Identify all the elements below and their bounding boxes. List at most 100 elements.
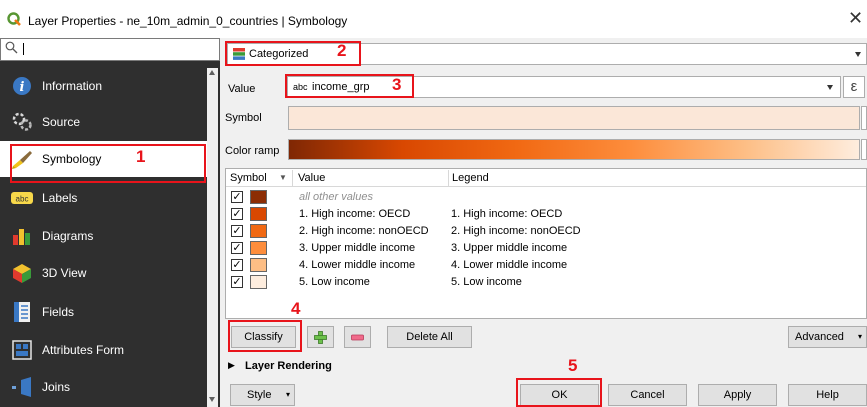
column-header-symbol[interactable]: Symbol — [230, 172, 267, 184]
table-header: Symbol ▼ Value Legend — [226, 169, 866, 187]
scroll-down-arrow-icon[interactable] — [209, 397, 215, 402]
cancel-button[interactable]: Cancel — [608, 384, 687, 406]
fields-icon — [14, 302, 30, 322]
search-input[interactable] — [0, 38, 220, 61]
category-value: all other values — [299, 191, 373, 203]
sidebar-item-labels[interactable]: abc Labels — [0, 180, 207, 216]
annotation-5: 5 — [568, 356, 578, 375]
sidebar-item-label: Labels — [42, 191, 78, 205]
epsilon-icon: ε — [850, 78, 858, 95]
category-legend: 3. Upper middle income — [451, 242, 568, 254]
window-title: Layer Properties - ne_10m_admin_0_countr… — [28, 14, 348, 28]
column-header-legend[interactable]: Legend — [452, 172, 489, 184]
highlight-symbology — [10, 144, 206, 183]
category-symbol[interactable] — [250, 207, 267, 221]
sidebar-item-diagrams[interactable]: Diagrams — [0, 218, 207, 254]
close-icon[interactable]: ✕ — [848, 8, 863, 29]
expand-arrow-icon: ▶ — [228, 360, 235, 370]
annotation-2: 2 — [337, 41, 347, 60]
table-row[interactable]: ✓ 1. High income: OECD 1. High income: O… — [226, 206, 866, 223]
text-cursor — [23, 43, 24, 55]
symbol-preview-button[interactable] — [288, 106, 860, 130]
qgis-logo-icon — [7, 12, 21, 26]
column-header-value[interactable]: Value — [298, 172, 325, 184]
sidebar-item-label: Source — [42, 115, 81, 129]
sidebar-scrollbar[interactable] — [207, 68, 218, 407]
symbol-label: Symbol — [225, 112, 262, 124]
sidebar-item-joins[interactable]: Joins — [0, 369, 207, 405]
category-checkbox[interactable]: ✓ — [231, 242, 243, 254]
diagrams-icon — [13, 229, 30, 245]
categories-table: Symbol ▼ Value Legend ✓ all other values… — [225, 168, 867, 319]
table-row[interactable]: ✓ 5. Low income 5. Low income — [226, 274, 866, 291]
style-label: Style — [247, 389, 272, 401]
chevron-down-icon: ▾ — [858, 332, 863, 341]
category-symbol[interactable] — [250, 241, 267, 255]
attributes-form-icon — [12, 340, 32, 360]
sidebar: i Information Source Symbology abc Label… — [0, 38, 220, 407]
sidebar-item-fields[interactable]: Fields — [0, 294, 207, 330]
annotation-1: 1 — [136, 147, 146, 166]
column-divider — [292, 170, 293, 186]
color-ramp-button[interactable] — [288, 139, 860, 160]
style-button[interactable]: Style ▾ — [230, 384, 295, 406]
sort-indicator-icon: ▼ — [279, 173, 287, 182]
add-category-button[interactable] — [307, 326, 334, 348]
category-value: 2. High income: nonOECD — [299, 225, 429, 237]
category-legend: 1. High income: OECD — [451, 208, 563, 220]
title-bar: Layer Properties - ne_10m_admin_0_countr… — [0, 0, 867, 38]
category-value: 5. Low income — [299, 276, 370, 288]
annotation-3: 3 — [392, 75, 402, 94]
sidebar-item-attributes-form[interactable]: Attributes Form — [0, 332, 207, 368]
category-legend: 4. Lower middle income — [451, 259, 568, 271]
apply-button[interactable]: Apply — [698, 384, 777, 406]
layer-rendering-section[interactable]: ▶ Layer Rendering — [228, 359, 428, 375]
chevron-down-icon: ▾ — [286, 390, 291, 399]
sidebar-item-information[interactable]: i Information — [0, 68, 207, 104]
sidebar-item-label: 3D View — [42, 266, 87, 280]
color-ramp-label: Color ramp — [225, 145, 280, 157]
category-checkbox[interactable]: ✓ — [231, 191, 243, 203]
sidebar-item-label: Fields — [42, 305, 75, 319]
sidebar-item-label: Diagrams — [42, 229, 94, 243]
remove-category-button[interactable] — [344, 326, 371, 348]
category-legend: 5. Low income — [451, 276, 522, 288]
annotation-4: 4 — [291, 299, 301, 318]
category-symbol[interactable] — [250, 258, 267, 272]
column-divider — [448, 170, 449, 186]
highlight-classify — [228, 320, 302, 352]
chevron-down-icon — [827, 85, 833, 90]
3d-cube-icon — [13, 264, 31, 283]
category-checkbox[interactable]: ✓ — [231, 259, 243, 271]
highlight-ok — [516, 378, 602, 407]
scroll-up-arrow-icon[interactable] — [209, 70, 215, 75]
category-checkbox[interactable]: ✓ — [231, 225, 243, 237]
advanced-label: Advanced — [795, 331, 844, 343]
table-row[interactable]: ✓ 4. Lower middle income 4. Lower middle… — [226, 257, 866, 274]
color-ramp-dropdown-button[interactable] — [861, 139, 867, 160]
category-checkbox[interactable]: ✓ — [231, 276, 243, 288]
svg-text:i: i — [20, 80, 25, 95]
help-button[interactable]: Help — [788, 384, 867, 406]
category-checkbox[interactable]: ✓ — [231, 208, 243, 220]
sidebar-item-3d-view[interactable]: 3D View — [0, 255, 207, 291]
sidebar-item-source[interactable]: Source — [0, 104, 207, 140]
search-icon — [5, 41, 18, 54]
sidebar-item-label: Attributes Form — [42, 343, 125, 357]
joins-icon — [12, 377, 31, 397]
table-row[interactable]: ✓ all other values — [226, 189, 866, 206]
advanced-button[interactable]: Advanced ▾ — [788, 326, 867, 348]
svg-text:abc: abc — [16, 195, 29, 204]
category-legend: 2. High income: nonOECD — [451, 225, 581, 237]
table-row[interactable]: ✓ 3. Upper middle income 3. Upper middle… — [226, 240, 866, 257]
expression-button[interactable]: ε — [843, 76, 865, 98]
category-value: 1. High income: OECD — [299, 208, 411, 220]
table-row[interactable]: ✓ 2. High income: nonOECD 2. High income… — [226, 223, 866, 240]
delete-all-button[interactable]: Delete All — [387, 326, 472, 348]
category-symbol[interactable] — [250, 275, 267, 289]
category-symbol[interactable] — [250, 224, 267, 238]
chevron-down-icon — [855, 52, 861, 57]
symbol-dropdown-button[interactable] — [861, 106, 867, 130]
category-symbol[interactable] — [250, 190, 267, 204]
layer-rendering-label: Layer Rendering — [245, 360, 332, 372]
